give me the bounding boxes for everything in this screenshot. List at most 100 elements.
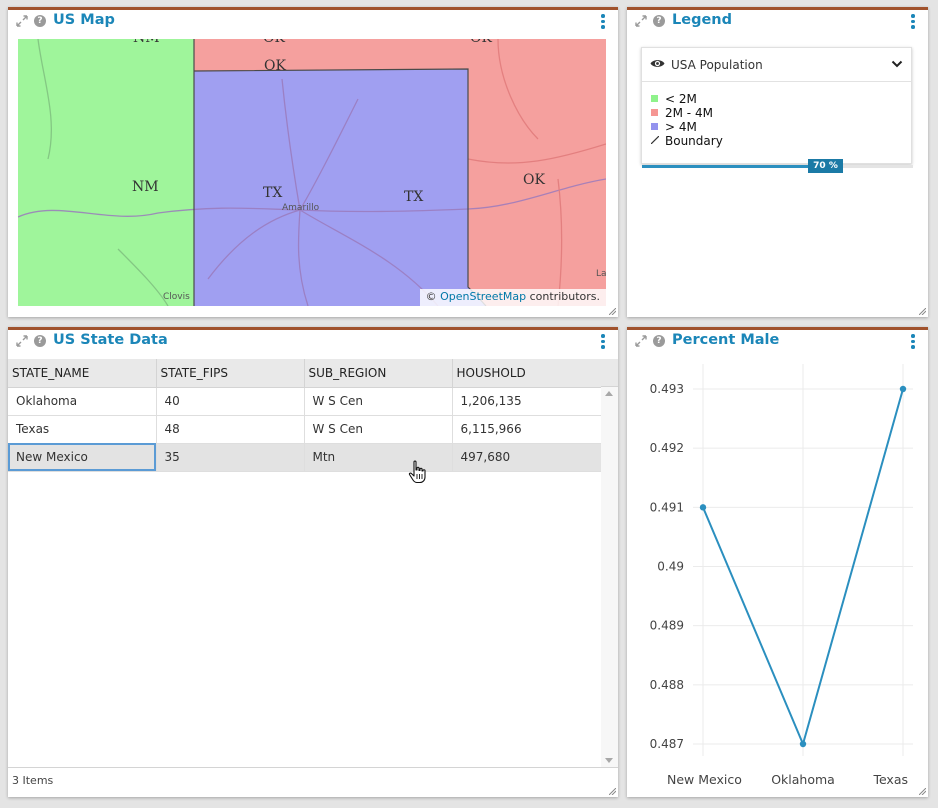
attribution-prefix: © [425,290,437,303]
table-cell[interactable]: Oklahoma [8,387,157,416]
data-grid: STATE_NAME STATE_FIPS SUB_REGION HOUSHOL… [8,359,602,472]
table-row[interactable]: Oklahoma 40 W S Cen 1,206,135 [8,387,602,416]
panel-title: US State Data [53,332,168,348]
map-label: OK [523,172,545,188]
map-canvas[interactable]: NM OK OK OK NM TX TX OK Amarillo Clovis … [18,39,606,306]
resize-handle-icon[interactable] [609,788,616,795]
map-label: TX [404,189,423,205]
table-cell-focused[interactable]: New Mexico [8,443,157,472]
vertical-scrollbar[interactable] [601,387,618,767]
more-options-icon[interactable] [600,334,606,350]
y-tick-label: 0.491 [650,500,684,514]
y-tick-label: 0.488 [650,678,684,692]
column-header[interactable]: HOUSHOLD [452,359,602,388]
us-map-panel: ? US Map OK NM TX TX OK Amarillo Clovis … [8,7,618,317]
legend-swatch [651,109,658,116]
y-tick-label: 0.493 [650,382,684,396]
percent-male-panel: ? Percent Male 0.487 0.488 0.489 0.49 0.491 0… [627,327,928,797]
table-cell[interactable]: Texas [8,415,157,444]
legend-item-label: < 2M [665,92,697,106]
help-icon[interactable]: ? [34,15,46,27]
table-cell[interactable]: 6,115,966 [452,415,602,444]
x-tick-label: Texas [872,772,908,787]
texas-region[interactable] [194,69,486,306]
opacity-slider-handle[interactable]: 70 % [808,159,843,173]
map-attribution: © OpenStreetMap contributors. [419,289,606,306]
table-cell[interactable]: 1,206,135 [452,387,602,416]
chevron-down-icon[interactable] [891,58,903,70]
table-cell[interactable]: 35 [156,443,305,472]
expand-icon[interactable] [635,15,647,27]
opacity-slider[interactable]: 70 % [642,159,913,173]
table-row[interactable]: Texas 48 W S Cen 6,115,966 [8,415,602,444]
grid-header-row: STATE_NAME STATE_FIPS SUB_REGION HOUSHOL… [8,359,602,388]
attribution-suffix: contributors. [529,290,600,303]
help-icon[interactable]: ? [653,335,665,347]
data-point [799,740,807,748]
legend-swatch [651,123,658,130]
expand-icon[interactable] [635,335,647,347]
opacity-slider-fill [642,165,823,168]
legend-item-label: > 4M [665,120,697,134]
column-header[interactable]: SUB_REGION [304,359,453,388]
data-point [699,504,707,511]
expand-icon[interactable] [16,15,28,27]
y-tick-label: 0.487 [650,737,684,751]
expand-icon[interactable] [16,335,28,347]
map-label: NM [132,179,159,195]
scroll-down-icon[interactable] [605,758,613,763]
table-cell[interactable]: 497,680 [452,443,602,472]
resize-handle-icon[interactable] [919,788,926,795]
table-cell[interactable]: W S Cen [304,415,453,444]
line-chart: 0.487 0.488 0.489 0.49 0.491 0.492 0.493 New Me… [650,364,913,787]
map-label: OK [470,39,492,46]
help-icon[interactable]: ? [653,15,665,27]
data-point [899,385,907,393]
more-options-icon[interactable] [910,14,916,30]
more-options-icon[interactable] [910,334,916,350]
more-options-icon[interactable] [600,14,606,30]
x-tick-label: Oklahoma [771,772,835,787]
y-tick-label: 0.492 [650,441,684,455]
map-label: TX [263,185,282,201]
legend-layer-card: USA Population < 2M 2M - 4M > 4M Boundar… [641,47,913,173]
y-tick-label: 0.49 [657,560,684,574]
panel-header: ? US Map [8,10,618,38]
panel-title: US Map [53,12,115,28]
help-icon[interactable]: ? [34,335,46,347]
legend-layer-header[interactable]: USA Population [642,48,911,82]
table-cell[interactable]: W S Cen [304,387,453,416]
us-state-data-panel: ? US State Data STATE_NAME STATE_FIPS SU… [8,327,618,797]
table-cell[interactable]: 40 [156,387,305,416]
table-row-selected[interactable]: New Mexico 35 Mtn 497,680 [8,443,602,472]
city-label: Amarillo [282,203,320,213]
legend-swatch [651,95,658,102]
table-cell[interactable]: 48 [156,415,305,444]
map-layer: NM OK OK OK NM TX TX OK Amarillo Clovis … [18,39,606,306]
panel-header: ? US State Data [8,330,618,358]
map-label: OK [263,39,285,46]
boundary-line-icon [651,136,659,144]
legend-panel: ? Legend USA Population < 2M 2M - 4M > 4… [627,7,928,317]
openstreetmap-link[interactable]: OpenStreetMap [440,290,526,303]
table-cell[interactable]: Mtn [304,443,453,472]
resize-handle-icon[interactable] [919,308,926,315]
column-header[interactable]: STATE_FIPS [156,359,305,388]
map-label: NM [133,39,160,46]
panel-header: ? Percent Male [627,330,928,358]
column-header[interactable]: STATE_NAME [8,359,157,388]
legend-item-label: 2M - 4M [665,106,713,120]
y-tick-label: 0.489 [650,619,684,633]
visibility-eye-icon[interactable] [650,58,665,69]
map-label: OK [264,58,286,74]
grid-footer-count: 3 Items [8,767,618,795]
x-tick-label: New Mexico [667,772,742,787]
city-label: La [596,269,606,279]
hand-pointer-cursor-icon [408,460,426,484]
legend-layer-name: USA Population [671,58,763,72]
header-scroll-gap [601,359,618,387]
scroll-up-icon[interactable] [605,391,613,396]
resize-handle-icon[interactable] [609,308,616,315]
city-label: Clovis [163,292,190,302]
panel-title: Percent Male [672,332,780,348]
